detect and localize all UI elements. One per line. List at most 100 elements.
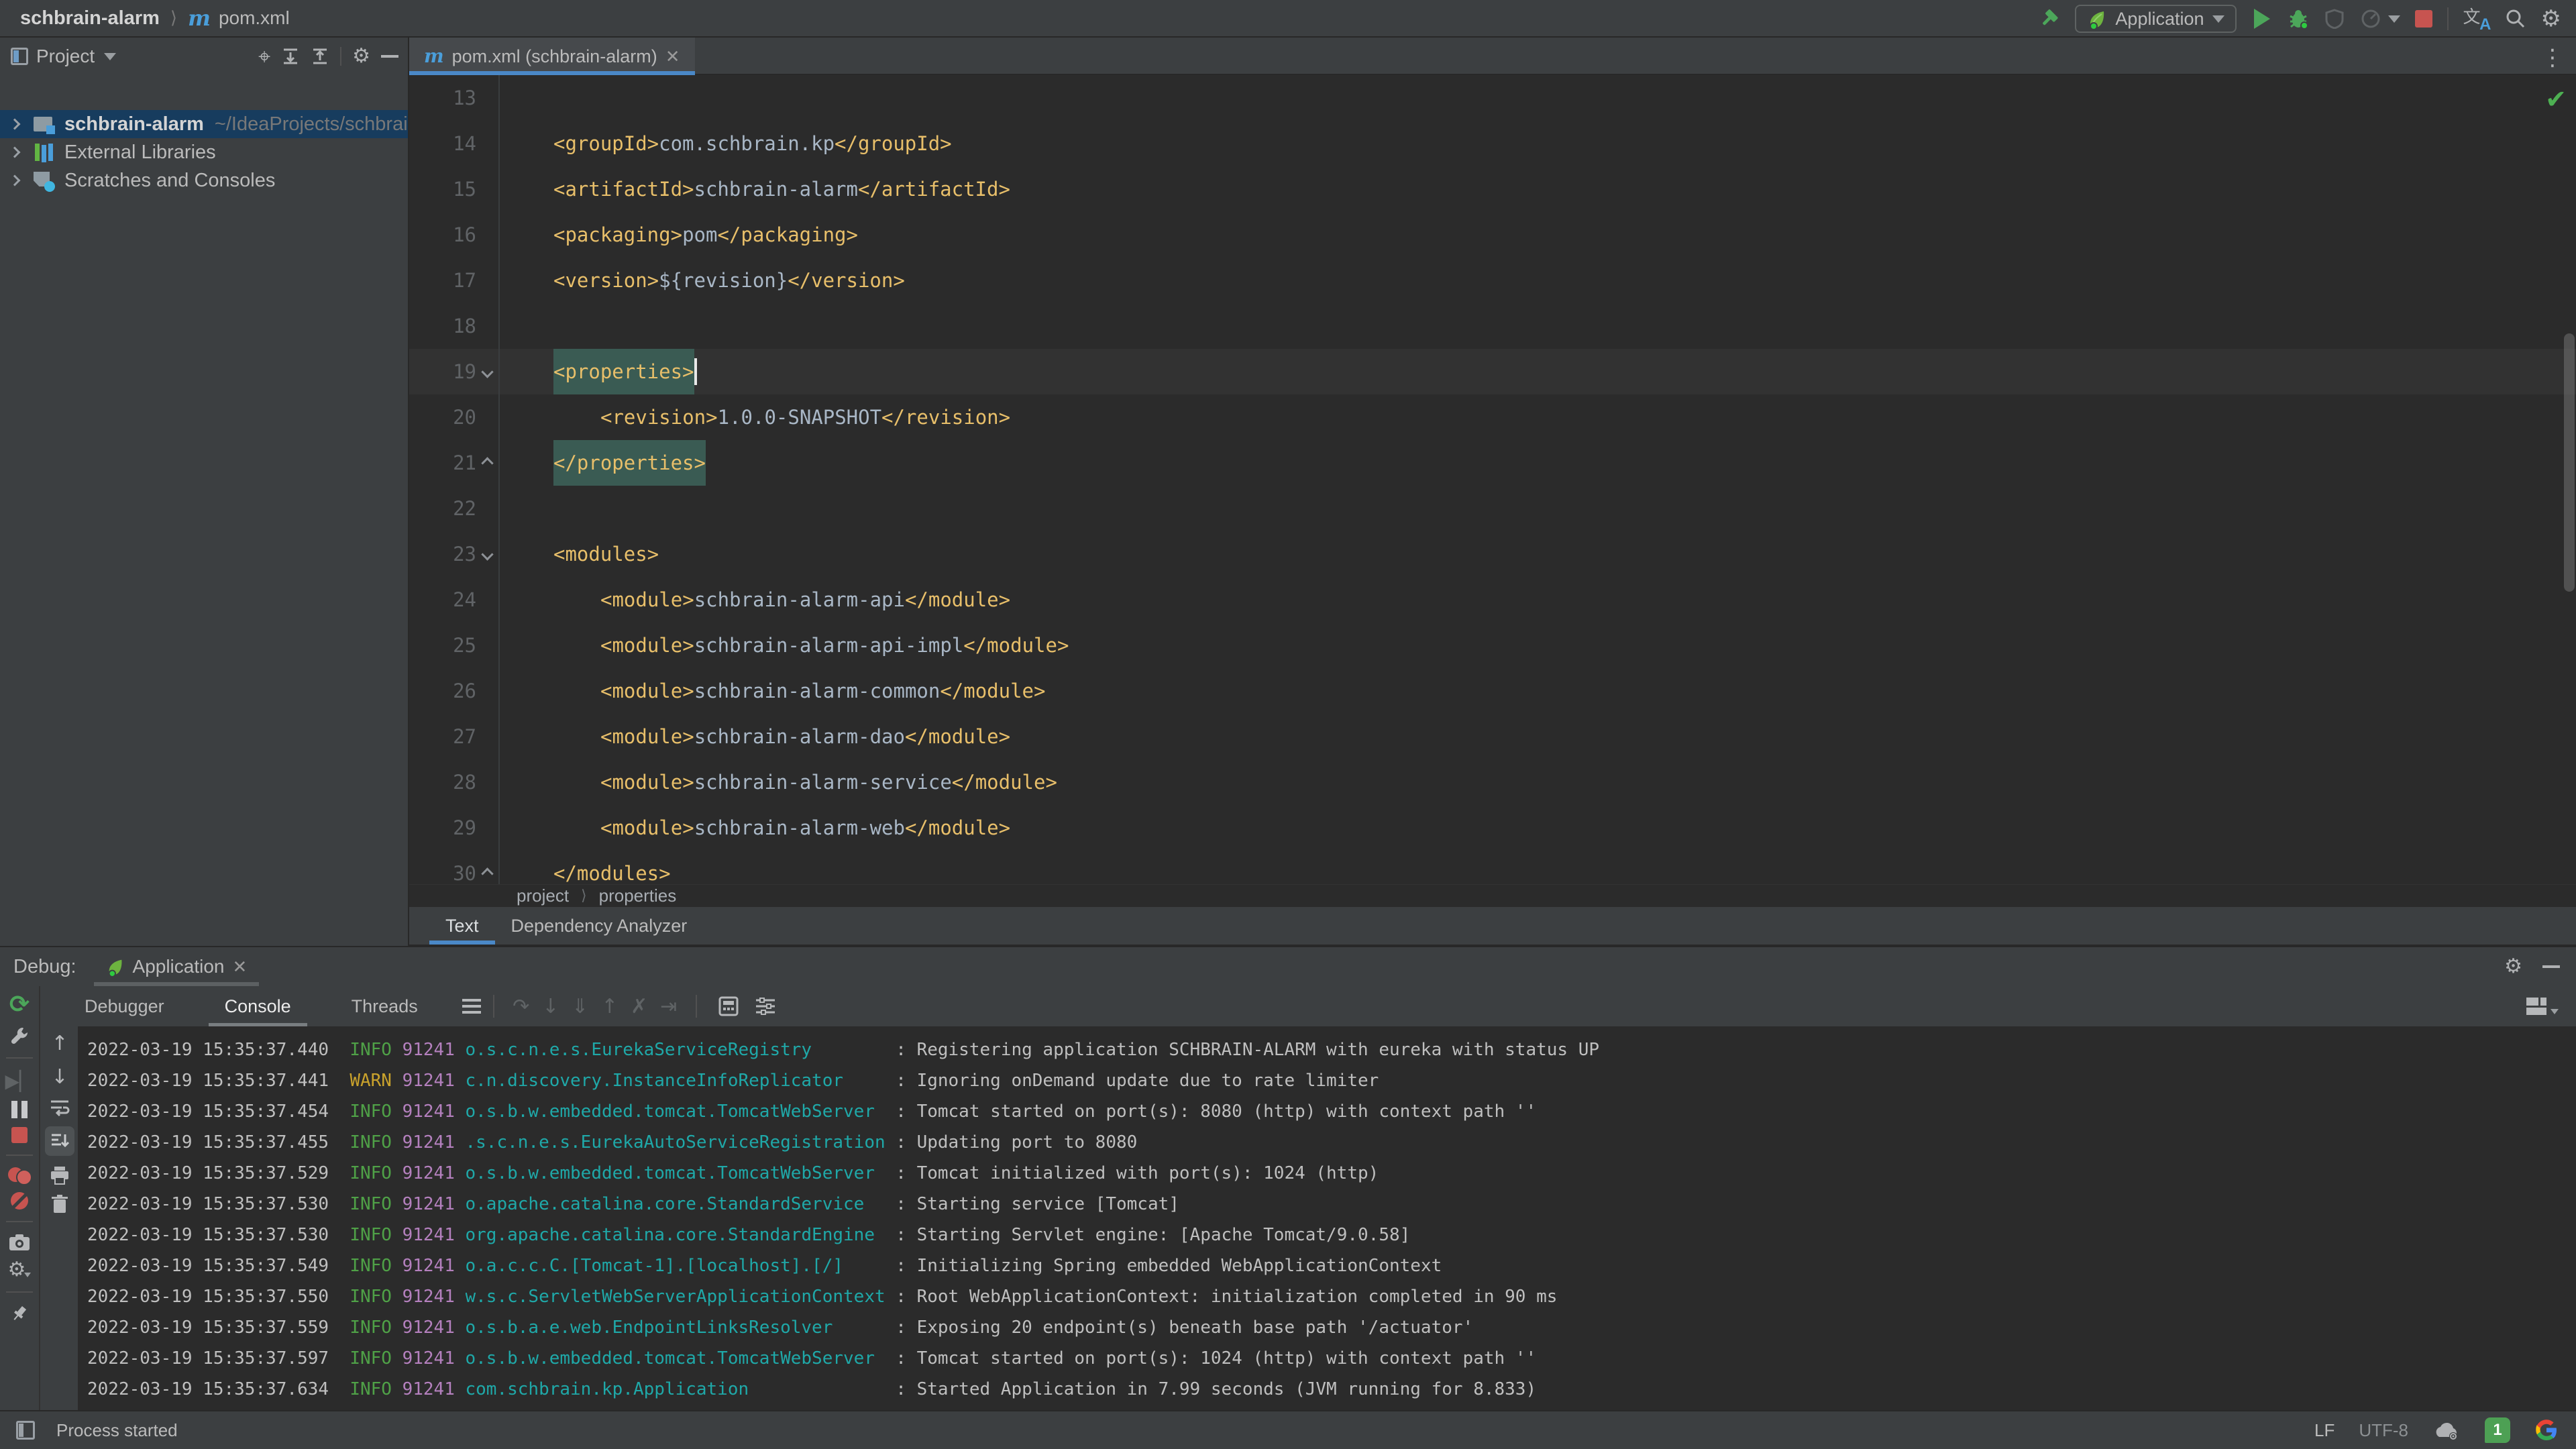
fold-marker-icon[interactable] — [481, 867, 493, 879]
rerun-icon[interactable]: ⟳ — [9, 993, 30, 1017]
wrench-settings-icon[interactable] — [9, 1026, 30, 1046]
hide-panel-icon[interactable] — [381, 55, 398, 58]
stop-process-icon[interactable] — [11, 1127, 28, 1143]
search-everywhere-icon[interactable] — [2505, 8, 2526, 30]
view-options-icon[interactable] — [755, 996, 776, 1016]
scroll-to-end-icon[interactable] — [45, 1126, 74, 1156]
restore-layout-icon[interactable] — [2525, 996, 2559, 1016]
expand-chevron-icon[interactable] — [9, 119, 21, 130]
tab-options-kebab-icon[interactable]: ⋮ — [2541, 44, 2564, 71]
code-line[interactable]: 14<groupId>com.schbrain.kp</groupId> — [409, 121, 2576, 166]
code-line[interactable]: 21</properties> — [409, 440, 2576, 486]
line-separator-indicator[interactable]: LF — [2314, 1420, 2334, 1441]
code-line[interactable]: 17<version>${revision}</version> — [409, 258, 2576, 303]
code-editor[interactable]: 1314<groupId>com.schbrain.kp</groupId>15… — [409, 75, 2576, 884]
drop-frame-icon[interactable]: ✗ — [625, 995, 654, 1018]
soft-wrap-icon[interactable] — [50, 1099, 70, 1116]
code-line[interactable]: 24<module>schbrain-alarm-api</module> — [409, 577, 2576, 623]
debug-session-tab[interactable]: Application ✕ — [94, 947, 260, 986]
view-breakpoints-icon[interactable] — [8, 1167, 31, 1183]
code-line[interactable]: 13 — [409, 75, 2576, 121]
step-over-icon[interactable]: ↷ — [506, 995, 536, 1018]
breadcrumb-item-project[interactable]: project — [517, 885, 569, 906]
breadcrumb-project[interactable]: schbrain-alarm — [20, 7, 160, 30]
debug-button[interactable] — [2288, 8, 2309, 30]
project-settings-gear-icon[interactable]: ⚙ — [352, 46, 370, 66]
profiler-icon[interactable] — [2360, 8, 2381, 30]
log-row[interactable]: 2022-03-19 15:35:37.530INFO91241o.apache… — [87, 1189, 2576, 1220]
code-line[interactable]: 20<revision>1.0.0-SNAPSHOT</revision> — [409, 394, 2576, 440]
evaluate-expression-icon[interactable] — [718, 996, 739, 1016]
expand-chevron-icon[interactable] — [9, 147, 21, 158]
editor-tab-pom-xml[interactable]: m pom.xml (schbrain-alarm) ✕ — [409, 38, 695, 75]
translate-icon[interactable]: 文A — [2463, 6, 2490, 32]
run-button[interactable] — [2251, 8, 2273, 30]
log-row[interactable]: 2022-03-19 15:35:37.549INFO91241o.a.c.c.… — [87, 1250, 2576, 1281]
pause-program-icon[interactable] — [11, 1101, 28, 1118]
log-row[interactable]: 2022-03-19 15:35:37.440INFO91241o.s.c.n.… — [87, 1034, 2576, 1065]
project-view-chevron-icon[interactable] — [104, 53, 116, 60]
thread-dump-camera-icon[interactable] — [9, 1234, 30, 1251]
print-icon[interactable] — [50, 1166, 70, 1185]
project-panel-title[interactable]: Project — [36, 46, 95, 67]
log-row[interactable]: 2022-03-19 15:35:37.550INFO91241w.s.c.Se… — [87, 1281, 2576, 1312]
log-row[interactable]: 2022-03-19 15:35:37.597INFO91241o.s.b.w.… — [87, 1343, 2576, 1374]
breadcrumb-file[interactable]: pom.xml — [219, 7, 290, 29]
run-with-coverage-icon[interactable] — [2324, 8, 2345, 30]
log-row[interactable]: 2022-03-19 15:35:37.634INFO91241com.schb… — [87, 1374, 2576, 1405]
down-stack-trace-icon[interactable]: ↓ — [51, 1065, 68, 1089]
code-line[interactable]: 19<properties> — [409, 349, 2576, 394]
inspections-ok-check-icon[interactable]: ✔ — [2545, 85, 2567, 114]
profiler-chevron-icon[interactable] — [2388, 15, 2400, 23]
tree-item-project-root[interactable]: schbrain-alarm ~/IdeaProjects/schbrain-a — [0, 110, 408, 138]
step-into-icon[interactable]: ↓ — [536, 995, 566, 1018]
expand-all-icon[interactable] — [281, 47, 300, 66]
code-line[interactable]: 23<modules> — [409, 531, 2576, 577]
log-row[interactable]: 2022-03-19 15:35:37.454INFO91241o.s.b.w.… — [87, 1096, 2576, 1127]
file-encoding-indicator[interactable]: UTF-8 — [2359, 1420, 2408, 1441]
code-line[interactable]: 22 — [409, 486, 2576, 531]
fold-marker-icon[interactable] — [481, 457, 493, 469]
code-line[interactable]: 26<module>schbrain-alarm-common</module> — [409, 668, 2576, 714]
google-plugin-icon[interactable] — [2534, 1418, 2559, 1442]
mute-breakpoints-icon[interactable] — [11, 1192, 28, 1210]
code-line[interactable]: 18 — [409, 303, 2576, 349]
editor-scrollbar[interactable] — [2564, 333, 2575, 592]
log-row[interactable]: 2022-03-19 15:35:37.455INFO91241.s.c.n.e… — [87, 1127, 2576, 1158]
tool-window-switcher-icon[interactable] — [16, 1421, 35, 1440]
tab-debugger[interactable]: Debugger — [68, 986, 180, 1026]
run-to-cursor-icon[interactable]: ⇥ — [654, 995, 684, 1018]
resume-program-icon[interactable]: ▶▏ — [5, 1070, 34, 1092]
debug-settings-gear-icon[interactable]: ⚙ — [2504, 957, 2522, 977]
log-row[interactable]: 2022-03-19 15:35:37.559INFO91241o.s.b.a.… — [87, 1312, 2576, 1343]
notification-badge[interactable]: 1 — [2485, 1417, 2510, 1443]
clear-all-trash-icon[interactable] — [51, 1195, 68, 1214]
stop-button[interactable] — [2415, 10, 2432, 28]
hide-debug-panel-icon[interactable] — [2542, 965, 2560, 968]
code-line[interactable]: 30</modules> — [409, 851, 2576, 884]
code-line[interactable]: 27<module>schbrain-alarm-dao</module> — [409, 714, 2576, 759]
up-stack-trace-icon[interactable]: ↑ — [51, 1032, 68, 1055]
force-step-into-icon[interactable]: ⇓ — [566, 995, 595, 1018]
select-opened-file-icon[interactable]: ⌖ — [258, 44, 270, 70]
log-row[interactable]: 2022-03-19 15:35:37.530INFO91241org.apac… — [87, 1220, 2576, 1250]
fold-marker-icon[interactable] — [481, 366, 493, 378]
breadcrumb-item-properties[interactable]: properties — [599, 885, 677, 906]
tree-item-external-libraries[interactable]: External Libraries — [0, 138, 408, 166]
tab-console[interactable]: Console — [209, 986, 307, 1026]
collapse-all-icon[interactable] — [311, 47, 329, 66]
project-panel-icon[interactable] — [11, 48, 28, 65]
debug-gear-icon[interactable]: ⚙ — [8, 1260, 32, 1280]
tab-dependency-analyzer[interactable]: Dependency Analyzer — [495, 907, 704, 945]
fold-marker-icon[interactable] — [481, 548, 493, 560]
code-line[interactable]: 25<module>schbrain-alarm-api-impl</modul… — [409, 623, 2576, 668]
build-hammer-icon[interactable] — [2039, 8, 2060, 30]
code-line[interactable]: 16<packaging>pom</packaging> — [409, 212, 2576, 258]
tab-text[interactable]: Text — [429, 907, 495, 945]
tree-item-scratches[interactable]: Scratches and Consoles — [0, 166, 408, 195]
log-row[interactable]: 2022-03-19 15:35:37.441WARN91241c.n.disc… — [87, 1065, 2576, 1096]
run-configuration-select[interactable]: Application — [2075, 5, 2236, 33]
code-line[interactable]: 29<module>schbrain-alarm-web</module> — [409, 805, 2576, 851]
cloud-sync-icon[interactable] — [2432, 1419, 2461, 1441]
code-line[interactable]: 28<module>schbrain-alarm-service</module… — [409, 759, 2576, 805]
